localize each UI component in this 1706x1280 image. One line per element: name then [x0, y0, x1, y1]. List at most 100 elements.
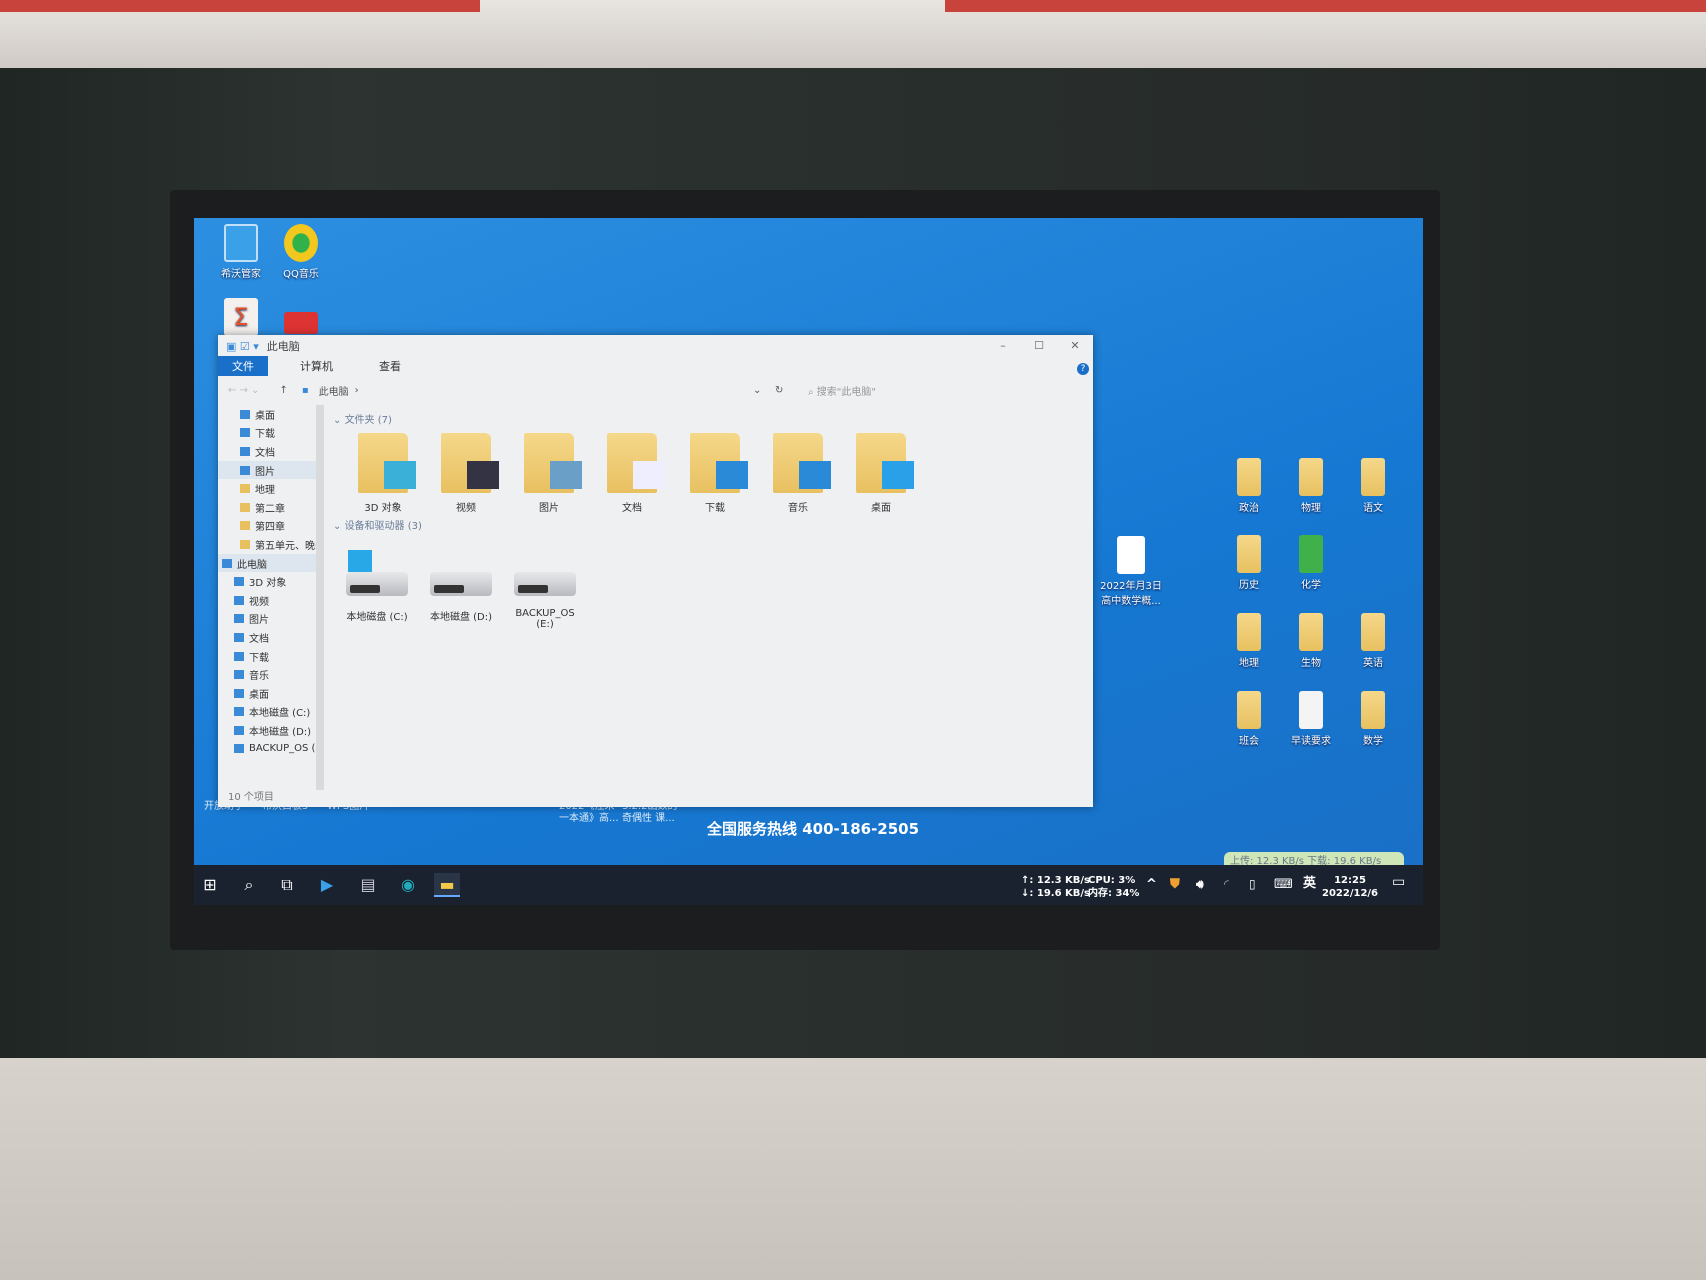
window-title: 此电脑 [266, 340, 300, 353]
wall-background [0, 1058, 1706, 1280]
wall-background [0, 0, 1706, 68]
volume-icon[interactable]: 🔊︎ [1196, 878, 1204, 891]
refresh-button[interactable]: ↻ [775, 385, 783, 396]
keyboard-icon[interactable]: ⌨ [1274, 878, 1293, 891]
drive-item[interactable]: BACKUP_OS (E:) [507, 550, 583, 630]
desktop-icon-folder[interactable]: 历史 [1217, 535, 1281, 591]
desktop-icon-app[interactable]: Σ [209, 298, 273, 339]
folder-item[interactable]: 3D 对象 [345, 433, 421, 514]
desktop-icon-folder[interactable]: 班会 [1217, 691, 1281, 747]
drives-section-header[interactable]: ⌄ 设备和驱动器 (3) [333, 517, 422, 532]
nav-item[interactable]: 下载 [218, 424, 316, 443]
nav-item[interactable]: 图片 [218, 610, 316, 629]
word-doc-icon [1117, 536, 1145, 574]
folder-item[interactable]: 桌面 [843, 433, 919, 514]
wifi-icon[interactable]: ◜ [1224, 878, 1229, 891]
desktop-icon-folder[interactable]: 早读要求 [1279, 691, 1343, 747]
nav-item[interactable]: BACKUP_OS ( [218, 740, 316, 759]
nav-item[interactable]: 下载 [218, 647, 316, 666]
tab-computer[interactable]: 计算机 [286, 356, 347, 376]
nav-item-label: 图片 [255, 466, 275, 478]
folder-icon [1361, 458, 1385, 496]
desktop-icon-folder[interactable]: 物理 [1279, 458, 1343, 514]
nav-item[interactable]: 3D 对象 [218, 572, 316, 591]
nav-item[interactable]: 第二章 [218, 498, 316, 517]
navigation-pane: 桌面 下载 文档 图片 地理 第二章 第四章 第五单元、晚i 此电脑 3D 对象 视频 图片 文档 下载音… [218, 405, 324, 790]
usb-icon[interactable]: ▯ [1249, 878, 1256, 891]
nav-item[interactable]: 图片 [218, 460, 316, 480]
minimize-button[interactable]: – [985, 335, 1021, 357]
nav-item[interactable]: 视频 [218, 591, 316, 610]
folder-icon [607, 433, 665, 493]
folder-icon [1361, 691, 1385, 729]
nav-item-icon [234, 614, 244, 624]
file-explorer-taskbar-icon[interactable]: ▬ [434, 873, 460, 897]
security-shield-icon[interactable]: ⛊ [1170, 878, 1180, 891]
nav-item[interactable]: 文档 [218, 442, 316, 461]
nav-item[interactable]: 音乐 [218, 665, 316, 684]
desktop-icon-folder[interactable]: 生物 [1279, 613, 1343, 669]
folder-icon [1237, 613, 1261, 651]
folder-item[interactable]: 音乐 [760, 433, 836, 514]
folder-item[interactable]: 文档 [594, 433, 670, 514]
folder-icon [1299, 535, 1323, 573]
help-icon[interactable]: ? [1077, 363, 1089, 375]
desktop-icon-folder[interactable]: 地理 [1217, 613, 1281, 669]
folder-icon [441, 433, 499, 493]
nav-item-icon [234, 577, 244, 587]
nav-item[interactable]: 地理 [218, 479, 316, 498]
sigma-icon: Σ [224, 298, 258, 336]
nav-item[interactable]: 第五单元、晚i [218, 535, 316, 554]
desktop-icon-folder[interactable]: 语文 [1341, 458, 1405, 514]
drive-item[interactable]: 本地磁盘 (D:) [423, 550, 499, 623]
nav-item[interactable]: 本地磁盘 (D:) [218, 721, 316, 740]
nav-item-icon [240, 428, 250, 438]
nav-item-icon [222, 558, 232, 568]
nav-item-label: 地理 [255, 485, 275, 497]
quick-access-toolbar-icon[interactable]: ▣ ☑ ▾ [226, 340, 259, 353]
notification-icon[interactable]: ▭ [1392, 875, 1405, 889]
folder-item[interactable]: 视频 [428, 433, 504, 514]
desktop-icon-folder[interactable]: 数学 [1341, 691, 1405, 747]
back-forward-buttons[interactable]: ← → ⌄ [228, 385, 260, 396]
desktop-icon-app[interactable] [269, 312, 333, 337]
input-method-indicator[interactable]: 英 [1303, 877, 1316, 890]
icon-label: 语文 [1363, 503, 1383, 514]
seewo-app-icon[interactable]: ▶ [314, 873, 340, 897]
desktop-icon-word-doc[interactable]: 2022年月3日 高中数学概... [1096, 536, 1166, 607]
network-app-icon[interactable]: ▤ [355, 873, 381, 897]
desktop-icon-folder[interactable]: 英语 [1341, 613, 1405, 669]
desktop-icon-qq-music[interactable]: QQ音乐 [269, 224, 333, 280]
nav-item[interactable]: 桌面 [218, 405, 316, 424]
tab-file[interactable]: 文件 [218, 356, 268, 376]
folder-icon [240, 484, 250, 494]
close-button[interactable]: ✕ [1057, 335, 1093, 357]
start-button[interactable]: ⊞ [197, 873, 223, 897]
nav-item[interactable]: 桌面 [218, 684, 316, 703]
nav-item[interactable]: 第四章 [218, 517, 316, 536]
search-icon[interactable]: ⌕ [236, 873, 262, 897]
folder-item[interactable]: 图片 [511, 433, 587, 514]
chevron-up-icon[interactable]: ^ [1146, 878, 1157, 891]
tab-view[interactable]: 查看 [365, 356, 415, 376]
folder-label: 桌面 [871, 503, 891, 514]
nav-item[interactable]: 此电脑 [218, 553, 316, 573]
drive-item[interactable]: 本地磁盘 (C:) [339, 550, 415, 623]
address-dropdown[interactable]: ⌄ [753, 385, 761, 396]
nav-item[interactable]: 本地磁盘 (C:) [218, 703, 316, 722]
folder-item[interactable]: 下载 [677, 433, 753, 514]
edge-icon[interactable]: ◉ [395, 873, 421, 897]
search-input[interactable]: ⌕ 搜索"此电脑" [808, 383, 876, 398]
desktop-icon-seewo-manager[interactable]: 希沃管家 [209, 224, 273, 280]
clock[interactable]: 12:25 2022/12/6 [1322, 874, 1378, 900]
desktop-icon-folder[interactable]: 化学 [1279, 535, 1343, 591]
folders-section-header[interactable]: ⌄ 文件夹 (7) [333, 411, 392, 426]
task-view-icon[interactable]: ⧉ [274, 873, 300, 897]
nav-item[interactable]: 文档 [218, 628, 316, 647]
desktop-icon-folder[interactable]: 政治 [1217, 458, 1281, 514]
breadcrumb[interactable]: 此电脑 [319, 383, 349, 398]
maximize-button[interactable]: ☐ [1021, 335, 1057, 357]
up-button[interactable]: ↑ [280, 385, 288, 396]
windows-logo-icon [348, 550, 372, 572]
wallpaper-hotline-text: 全国服务热线 400-186-2505 [707, 820, 920, 838]
